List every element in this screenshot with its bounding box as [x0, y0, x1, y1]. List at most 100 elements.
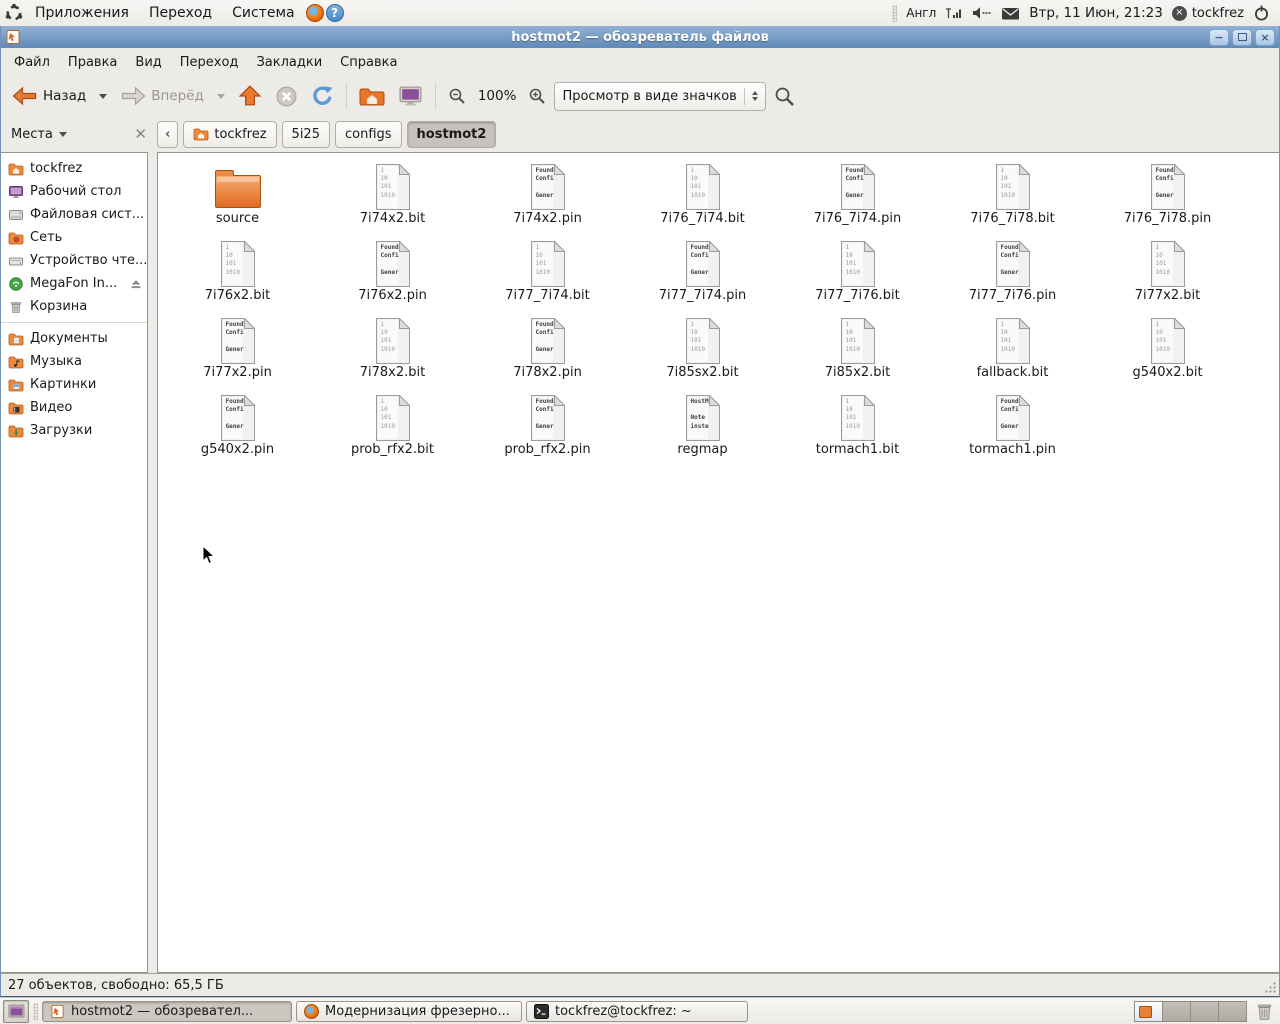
file-item-7i77_7i74.pin[interactable]: Found Confi Gener 7i77_7i74.pin — [625, 235, 780, 312]
file-item-source[interactable]: source — [160, 158, 315, 235]
workspace-2[interactable] — [1163, 1001, 1191, 1021]
pane-splitter[interactable] — [148, 152, 157, 973]
breadcrumb-hostmot2[interactable]: hostmot2 — [406, 120, 497, 148]
file-item-7i77_7i76.bit[interactable]: 1 10 101 1010 7i77_7i76.bit — [780, 235, 935, 312]
menu-system[interactable]: Система — [223, 3, 303, 23]
sidebar-item-label: Документы — [30, 331, 108, 346]
file-item-7i76x2.bit[interactable]: 1 10 101 1010 7i76x2.bit — [160, 235, 315, 312]
up-button[interactable] — [233, 81, 267, 111]
menu-edit[interactable]: Правка — [59, 51, 126, 74]
volume-muted-icon[interactable] — [972, 6, 992, 20]
menu-bookmarks[interactable]: Закладки — [247, 51, 331, 74]
file-icon-area: Found Confi Gener — [840, 158, 876, 210]
sidebar-item-optical-drive[interactable]: Устройство чте... — [1, 249, 147, 272]
resize-grip[interactable] — [1264, 981, 1277, 994]
sidebar-item-megafon[interactable]: MegaFon In... — [1, 272, 147, 295]
workspace-1[interactable] — [1135, 1001, 1163, 1021]
file-item-7i77_7i74.bit[interactable]: 1 10 101 1010 7i77_7i74.bit — [470, 235, 625, 312]
menu-help[interactable]: Справка — [331, 51, 406, 74]
file-item-regmap[interactable]: HostM Note inste regmap — [625, 389, 780, 466]
tasklist-drag-handle[interactable] — [33, 1002, 38, 1020]
menu-view[interactable]: Вид — [126, 51, 170, 74]
sidebar-item-desktop[interactable]: Рабочий стол — [1, 180, 147, 203]
help-launcher-icon[interactable]: ? — [325, 4, 344, 22]
breadcrumb-scroll-left[interactable]: ‹ — [157, 120, 179, 148]
workspace-4[interactable] — [1219, 1001, 1246, 1021]
trash-applet[interactable] — [1253, 1001, 1275, 1021]
menu-go[interactable]: Переход — [171, 51, 248, 74]
file-item-7i76_7i78.pin[interactable]: Found Confi Gener 7i76_7i78.pin — [1090, 158, 1245, 235]
user-menu[interactable]: × tockfrez — [1171, 5, 1244, 21]
sidebar-item-trash[interactable]: Корзина — [1, 295, 147, 318]
firefox-launcher-icon[interactable] — [305, 4, 324, 22]
file-item-prob_rfx2.bit[interactable]: 1 10 101 1010 prob_rfx2.bit — [315, 389, 470, 466]
minimize-button[interactable]: − — [1209, 28, 1229, 46]
sidebar-item-tockfrez[interactable]: tockfrez — [1, 157, 147, 180]
keyboard-layout-indicator[interactable]: Англ — [906, 6, 936, 20]
sidebar-item-pictures[interactable]: Картинки — [1, 373, 147, 396]
eject-button[interactable] — [129, 277, 143, 291]
file-item-7i74x2.pin[interactable]: Found Confi Gener 7i74x2.pin — [470, 158, 625, 235]
menu-places[interactable]: Переход — [140, 3, 221, 23]
file-item-7i76_7i78.bit[interactable]: 1 10 101 1010 7i76_7i78.bit — [935, 158, 1090, 235]
file-item-7i85sx2.bit[interactable]: 1 10 101 1010 7i85sx2.bit — [625, 312, 780, 389]
back-button[interactable]: Назад — [7, 82, 91, 110]
file-item-g540x2.bit[interactable]: 1 10 101 1010 g540x2.bit — [1090, 312, 1245, 389]
breadcrumb-configs[interactable]: configs — [334, 120, 402, 148]
file-item-7i76_7i74.bit[interactable]: 1 10 101 1010 7i76_7i74.bit — [625, 158, 780, 235]
task-terminal[interactable]: tockfrez@tockfrez: ~ — [526, 1000, 748, 1022]
show-desktop-button[interactable] — [3, 999, 29, 1023]
forward-history-dropdown[interactable] — [212, 91, 230, 102]
file-item-7i78x2.pin[interactable]: Found Confi Gener 7i78x2.pin — [470, 312, 625, 389]
sidebar-item-music[interactable]: Музыка — [1, 350, 147, 373]
zoom-in-button[interactable] — [523, 84, 551, 108]
task-firefox[interactable]: Модернизация фрезерно... — [296, 1000, 522, 1022]
zoom-out-button[interactable] — [443, 84, 471, 108]
task-file-manager[interactable]: hostmot2 — обозревател... — [42, 1000, 292, 1022]
power-icon[interactable] — [1253, 4, 1270, 22]
sidebar-item-videos[interactable]: Видео — [1, 396, 147, 419]
file-item-g540x2.pin[interactable]: Found Confi Gener g540x2.pin — [160, 389, 315, 466]
file-item-fallback.bit[interactable]: 1 10 101 1010 fallback.bit — [935, 312, 1090, 389]
home-button[interactable] — [354, 83, 390, 110]
menu-file[interactable]: Файл — [5, 51, 59, 74]
file-item-7i77_7i76.pin[interactable]: Found Confi Gener 7i77_7i76.pin — [935, 235, 1090, 312]
sidebar-item-filesystem[interactable]: Файловая сист... — [1, 203, 147, 226]
search-button[interactable] — [769, 83, 800, 110]
places-dropdown-icon[interactable] — [58, 131, 67, 137]
applet-drag-handle[interactable] — [892, 4, 898, 22]
forward-button[interactable]: Вперёд — [115, 82, 209, 110]
sidebar-item-network[interactable]: Сеть — [1, 226, 147, 249]
file-pane[interactable]: source 1 10 101 1010 7i74x2.bit Found Co… — [157, 152, 1279, 973]
computer-button[interactable] — [393, 83, 428, 110]
file-item-tormach1.bit[interactable]: 1 10 101 1010 tormach1.bit — [780, 389, 935, 466]
sidebar-item-downloads[interactable]: Загрузки — [1, 419, 147, 442]
file-item-7i76x2.pin[interactable]: Found Confi Gener 7i76x2.pin — [315, 235, 470, 312]
places-label[interactable]: Места — [11, 127, 53, 142]
file-item-7i76_7i74.pin[interactable]: Found Confi Gener 7i76_7i74.pin — [780, 158, 935, 235]
sidebar-close-icon[interactable]: ✕ — [134, 125, 147, 143]
file-item-prob_rfx2.pin[interactable]: Found Confi Gener prob_rfx2.pin — [470, 389, 625, 466]
maximize-button[interactable] — [1232, 28, 1252, 46]
back-history-dropdown[interactable] — [94, 91, 112, 102]
file-item-7i77x2.pin[interactable]: Found Confi Gener 7i77x2.pin — [160, 312, 315, 389]
file-item-7i77x2.bit[interactable]: 1 10 101 1010 7i77x2.bit — [1090, 235, 1245, 312]
breadcrumb-5i25[interactable]: 5i25 — [281, 120, 330, 148]
titlebar[interactable]: hostmot2 — обозреватель файлов − × — [1, 26, 1279, 48]
menu-applications[interactable]: Приложения — [26, 3, 138, 23]
file-item-7i74x2.bit[interactable]: 1 10 101 1010 7i74x2.bit — [315, 158, 470, 235]
mail-icon[interactable] — [1001, 6, 1020, 21]
ubuntu-menu-icon[interactable] — [4, 3, 24, 23]
breadcrumb-tockfrez[interactable]: tockfrez — [183, 120, 277, 148]
workspace-3[interactable] — [1191, 1001, 1219, 1021]
close-button[interactable]: × — [1255, 28, 1275, 46]
file-item-tormach1.pin[interactable]: Found Confi Gener tormach1.pin — [935, 389, 1090, 466]
clock[interactable]: Втр, 11 Июн, 21:23 — [1029, 5, 1163, 21]
view-mode-selector[interactable]: Просмотр в виде значков — [554, 81, 766, 111]
sidebar-item-documents[interactable]: Документы — [1, 327, 147, 350]
file-item-7i85x2.bit[interactable]: 1 10 101 1010 7i85x2.bit — [780, 312, 935, 389]
file-item-7i78x2.bit[interactable]: 1 10 101 1010 7i78x2.bit — [315, 312, 470, 389]
stop-button[interactable] — [270, 82, 303, 111]
signal-strength-icon[interactable] — [945, 5, 963, 21]
reload-button[interactable] — [306, 82, 339, 111]
